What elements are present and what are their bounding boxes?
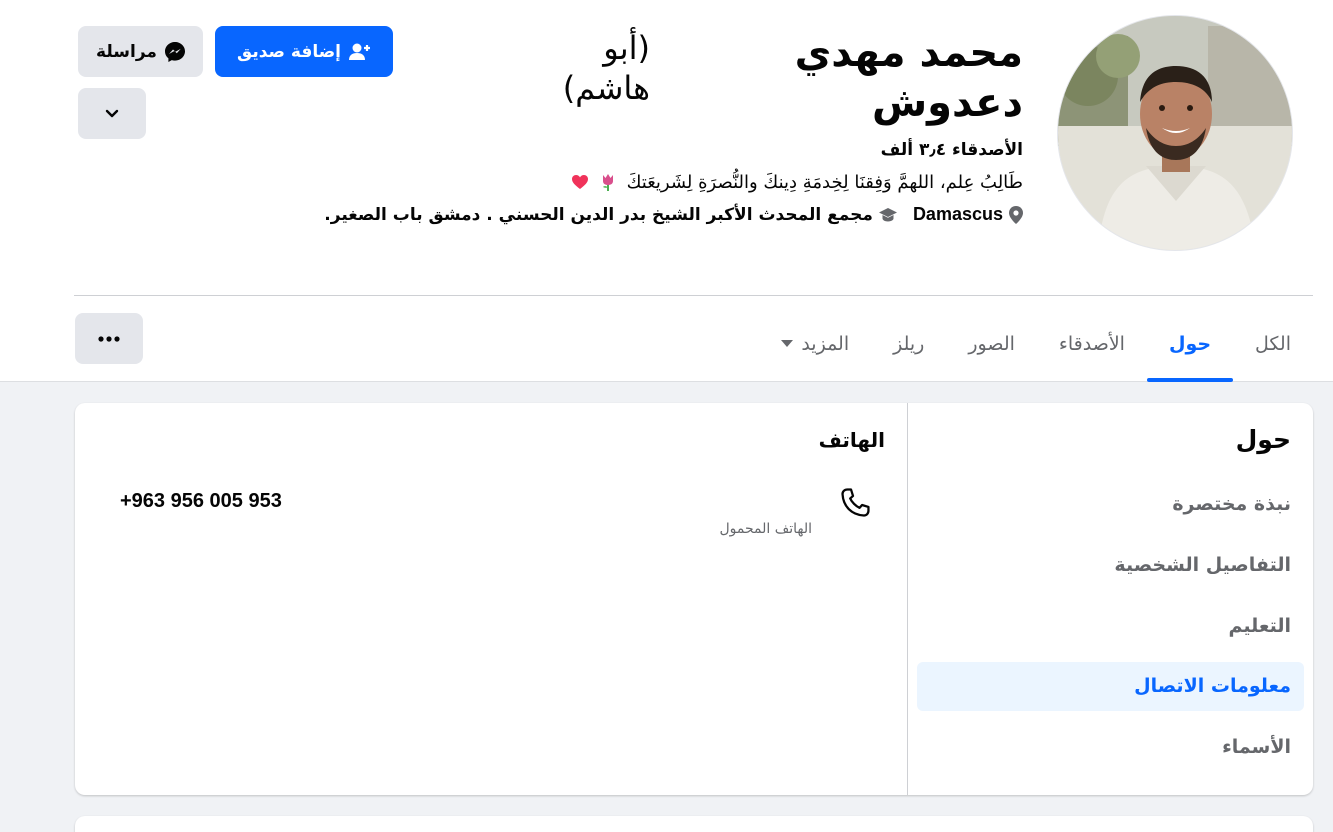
profile-details-line: Damascus مجمع المحدث الأكبر الشيخ بدر ال… (324, 204, 1023, 225)
bio-text: طَالِبُ عِلم، اللهمَّ وَفِقنَا لِخِدمَةِ… (626, 172, 1023, 193)
about-menu-contact-info[interactable]: معلومات الاتصال (1134, 675, 1291, 697)
about-menu-names[interactable]: الأسماء (1222, 736, 1291, 758)
about-menu-overview[interactable]: نبذة مختصرة (1172, 493, 1291, 515)
header-divider (74, 295, 1313, 296)
chevron-down-icon (105, 109, 119, 117)
tab-reels-label: ريلز (893, 333, 925, 355)
tab-all-label: الكل (1255, 333, 1291, 355)
tab-friends[interactable]: الأصدقاء (1037, 306, 1147, 382)
friends-count[interactable]: الأصدقاء ٣٫٤ ألف (881, 140, 1023, 160)
tab-about-label: حول (1168, 333, 1212, 355)
graduation-cap-icon (878, 207, 897, 221)
about-menu-personal-details[interactable]: التفاصيل الشخصية (1114, 554, 1291, 576)
message-button[interactable]: مراسلة (78, 26, 203, 77)
about-card: حول نبذة مختصرة التفاصيل الشخصية التعليم… (75, 403, 1313, 795)
phone-type-label: الهاتف المحمول (719, 521, 813, 537)
more-options-button[interactable] (75, 313, 143, 364)
tab-photos-label: الصور (968, 333, 1015, 355)
tab-more[interactable]: المزيد (759, 306, 871, 382)
add-friend-button[interactable]: إضافة صديق (215, 26, 393, 77)
next-section-card (75, 816, 1313, 832)
heart-icon (572, 175, 589, 189)
about-card-separator (907, 403, 908, 795)
about-title: حول (1235, 425, 1291, 454)
message-label: مراسلة (96, 41, 157, 62)
profile-options-button[interactable] (78, 88, 146, 139)
location-text[interactable]: Damascus (913, 204, 1003, 225)
profile-bio: طَالِبُ عِلم، اللهمَّ وَفِقنَا لِخِدمَةِ… (571, 172, 1023, 193)
user-plus-icon (348, 43, 370, 60)
messenger-icon (164, 41, 185, 62)
phone-icon (841, 488, 870, 517)
profile-alternate-name: (أبو هاشم) (562, 29, 650, 107)
phone-section-title: الهاتف (818, 428, 885, 452)
education-text[interactable]: مجمع المحدث الأكبر الشيخ بدر الدين الحسن… (324, 205, 873, 225)
caret-down-icon (781, 340, 794, 347)
profile-avatar[interactable] (1057, 15, 1293, 251)
tab-all[interactable]: الكل (1233, 306, 1313, 382)
about-menu-education[interactable]: التعليم (1228, 615, 1291, 637)
profile-tabs: الكل حول الأصدقاء الصور ريلز المزيد (759, 306, 1313, 382)
location-pin-icon (1009, 205, 1023, 224)
tab-photos[interactable]: الصور (946, 306, 1037, 382)
more-dots-icon (98, 335, 120, 342)
tab-about[interactable]: حول (1146, 306, 1234, 382)
tab-reels[interactable]: ريلز (871, 306, 946, 382)
phone-number[interactable]: +963 956 005 953 (120, 490, 282, 513)
avatar-photo (1058, 16, 1292, 250)
profile-header: محمد مهدي دعدوش (أبو هاشم) الأصدقاء ٣٫٤ … (0, 0, 1333, 382)
tab-friends-label: الأصدقاء (1058, 333, 1125, 355)
add-friend-label: إضافة صديق (237, 41, 341, 62)
tulip-icon (602, 174, 613, 191)
tab-more-label: المزيد (801, 333, 850, 355)
profile-name: محمد مهدي دعدوش (794, 30, 1023, 126)
